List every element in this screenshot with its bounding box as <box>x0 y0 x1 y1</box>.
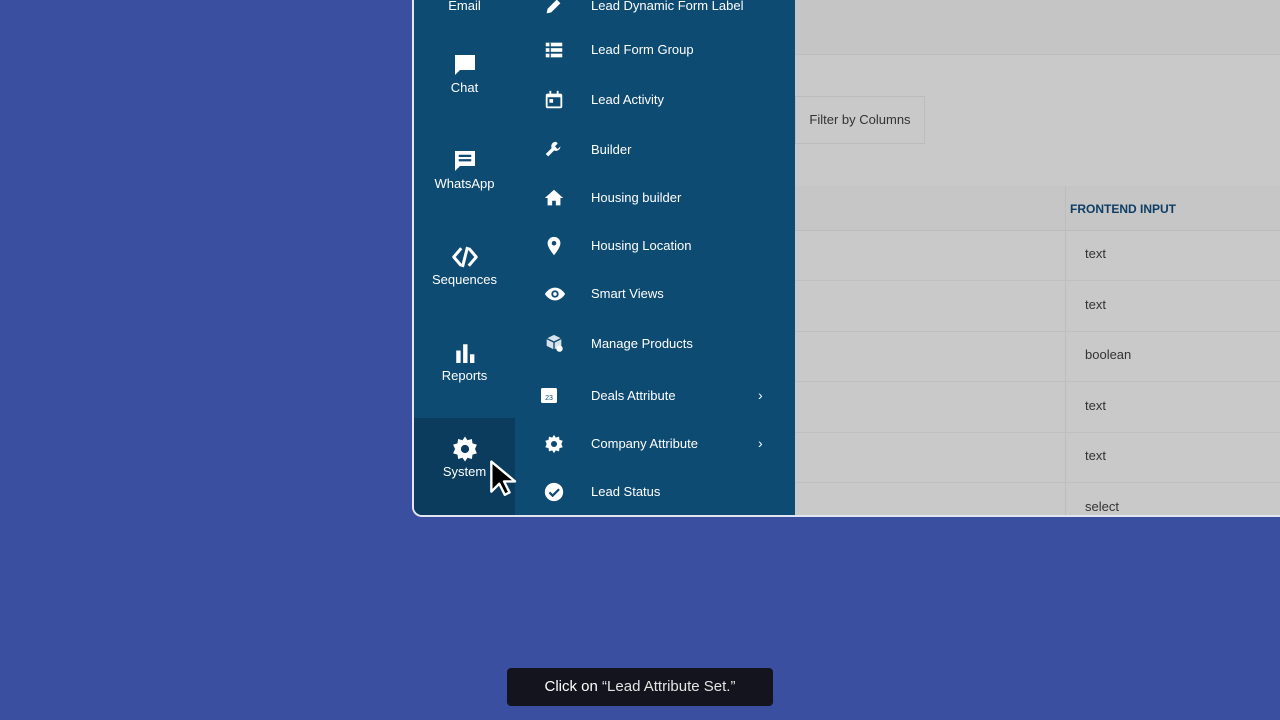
menu-item-label: Deals Attribute <box>591 388 676 403</box>
menu-item-lead-status[interactable]: Lead Status <box>515 472 795 512</box>
menu-item-label: Smart Views <box>591 286 664 301</box>
table-cell: text <box>1085 398 1106 413</box>
menu-item-label: Housing builder <box>591 190 682 205</box>
calendar-day-icon: 23 <box>539 385 561 407</box>
app-window: Email Chat WhatsApp Sequences Reports Sy… <box>414 0 1280 515</box>
table-row[interactable]: text <box>795 432 1280 483</box>
rail-item-label: Reports <box>441 368 488 383</box>
menu-item-label: Lead Form Group <box>591 42 694 57</box>
menu-item-label: Builder <box>591 142 632 157</box>
menu-item-label: Housing Location <box>591 238 692 253</box>
table-row[interactable]: text <box>795 230 1280 281</box>
instruction-tooltip: Click on “Lead Attribute Set.” <box>507 668 773 706</box>
menu-item-label: Company Attribute <box>591 436 698 451</box>
table-cell: text <box>1085 448 1106 463</box>
rail-item-whatsapp[interactable]: WhatsApp <box>414 146 515 191</box>
icon-rail: Email Chat WhatsApp Sequences Reports Sy… <box>414 0 515 515</box>
menu-item-housing-builder[interactable]: Housing builder <box>515 178 795 218</box>
menu-item-lead-activity[interactable]: Lead Activity <box>515 80 795 120</box>
reports-icon <box>414 338 515 368</box>
column-header-frontend-input[interactable]: FRONTEND INPUT <box>1070 202 1176 216</box>
menu-item-manage-products[interactable]: Manage Products <box>515 324 795 364</box>
menu-item-housing-location[interactable]: Housing Location <box>515 226 795 266</box>
rail-item-label: Chat <box>450 80 479 95</box>
menu-item-label: Lead Dynamic Form Label <box>591 0 744 13</box>
calendar-icon <box>543 89 565 111</box>
menu-item-deals-attribute[interactable]: 23 Deals Attribute › <box>515 376 795 416</box>
table-row[interactable]: select <box>795 483 1280 515</box>
menu-item-label: Manage Products <box>591 336 693 351</box>
rail-item-label: WhatsApp <box>434 176 495 191</box>
menu-item-smart-views[interactable]: Smart Views <box>515 274 795 314</box>
menu-item-builder[interactable]: Builder <box>515 130 795 170</box>
filter-by-columns-button[interactable]: Filter by Columns <box>795 96 925 144</box>
products-icon <box>543 333 565 355</box>
table-row[interactable]: text <box>795 281 1280 332</box>
rail-item-label: Sequences <box>431 272 498 287</box>
main-content: Filter by Columns FRONTEND INPUT text te… <box>795 0 1280 515</box>
table-cell: text <box>1085 297 1106 312</box>
table-header: FRONTEND INPUT <box>795 186 1280 231</box>
chat-icon <box>414 50 515 80</box>
check-circle-icon <box>543 481 565 503</box>
rail-item-label: Email <box>448 0 481 13</box>
pencil-icon <box>543 0 565 17</box>
rail-item-sequences[interactable]: Sequences <box>414 242 515 287</box>
wrench-icon <box>543 139 565 161</box>
whatsapp-icon <box>414 146 515 176</box>
table-cell: text <box>1085 246 1106 261</box>
tooltip-action: Click on <box>544 678 598 695</box>
eye-icon <box>543 283 566 305</box>
gear-icon <box>543 433 565 455</box>
menu-item-label: Lead Activity <box>591 92 664 107</box>
rail-item-chat[interactable]: Chat <box>414 50 515 95</box>
menu-item-label: Lead Status <box>591 484 661 499</box>
menu-item-lead-dynamic-form-label[interactable]: Lead Dynamic Form Label <box>515 0 795 26</box>
home-icon <box>543 187 565 209</box>
rail-item-reports[interactable]: Reports <box>414 338 515 383</box>
rail-item-email[interactable]: Email <box>414 0 515 13</box>
table-cell: select <box>1085 499 1119 514</box>
table-row[interactable]: text <box>795 382 1280 433</box>
chevron-right-icon: › <box>758 387 763 403</box>
system-submenu: Lead Dynamic Form Label Lead Form Group … <box>515 0 795 515</box>
map-pin-icon <box>543 235 565 257</box>
tooltip-target: “Lead Attribute Set.” <box>602 678 736 695</box>
rail-item-label: System <box>442 464 487 479</box>
menu-item-lead-form-group[interactable]: Lead Form Group <box>515 30 795 70</box>
table-row[interactable]: boolean <box>795 331 1280 382</box>
menu-item-company-attribute[interactable]: Company Attribute › <box>515 424 795 464</box>
chevron-right-icon: › <box>758 435 763 451</box>
top-bar <box>795 0 1280 55</box>
table-cell: boolean <box>1085 347 1132 362</box>
list-icon <box>543 39 565 61</box>
svg-text:23: 23 <box>545 395 553 402</box>
mouse-cursor-icon <box>488 460 520 503</box>
sequences-icon <box>414 242 515 272</box>
